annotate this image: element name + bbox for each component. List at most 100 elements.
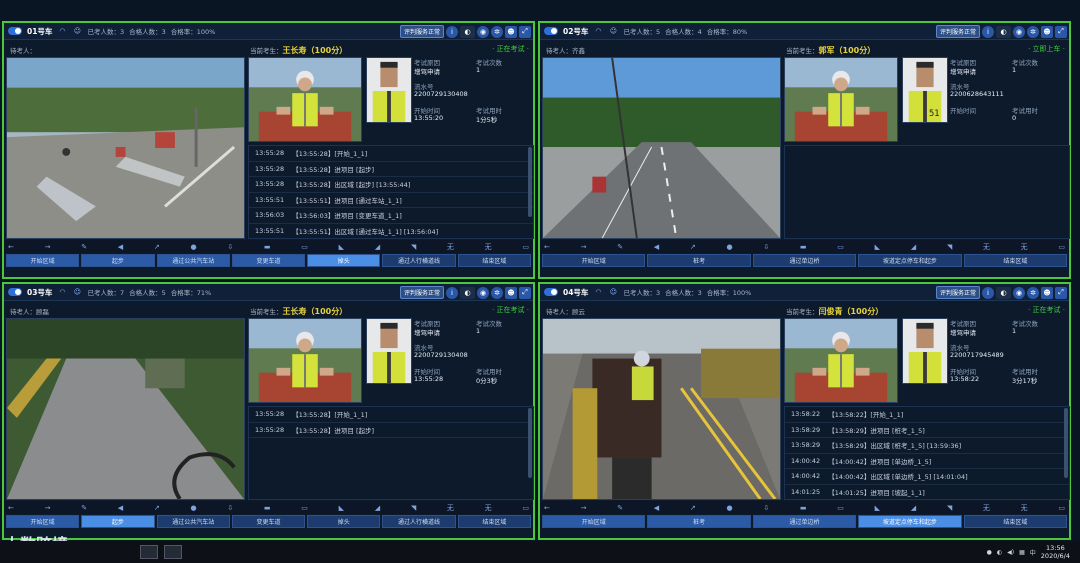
toolbar-icon[interactable]: ⇩ xyxy=(227,504,233,512)
settings-icon[interactable]: ✲ xyxy=(1027,286,1039,299)
toolbar-icon[interactable]: ▬ xyxy=(800,504,807,512)
road-camera-view[interactable] xyxy=(6,57,245,239)
toolbar-icon[interactable]: ↗ xyxy=(690,243,696,251)
toolbar-icon[interactable]: ◥ xyxy=(411,243,416,251)
road-camera-view[interactable] xyxy=(542,57,781,239)
cabin-camera-view[interactable] xyxy=(784,57,898,142)
toolbar-icon[interactable]: ▭ xyxy=(1058,243,1065,251)
settings-icon[interactable]: ✲ xyxy=(1027,25,1039,38)
exam-step[interactable]: 开始区域 xyxy=(542,254,646,267)
toolbar-icon[interactable]: ◣ xyxy=(339,504,344,512)
road-camera-view[interactable] xyxy=(6,318,245,500)
exam-step[interactable]: 开始区域 xyxy=(542,515,646,528)
toolbar-icon[interactable]: ↗ xyxy=(690,504,696,512)
toolbar-icon[interactable]: ← xyxy=(8,243,14,251)
toolbar-icon[interactable]: ← xyxy=(544,504,550,512)
taskbar-app-icon[interactable] xyxy=(140,545,158,559)
toolbar-icon[interactable]: ▭ xyxy=(837,243,844,251)
tray-icon[interactable]: ◐ xyxy=(997,549,1002,556)
panel-toggle[interactable] xyxy=(8,288,22,296)
toolbar-icon[interactable]: ● xyxy=(726,504,732,512)
toggle-switch[interactable]: ◐ xyxy=(460,25,475,38)
event-log[interactable]: 13:55:28 【13:55:28】[开始_1_1] 13:55:28 【13:55… xyxy=(248,145,534,239)
record-icon[interactable]: ◉ xyxy=(477,286,489,299)
exam-step[interactable]: 掉头 xyxy=(307,515,381,528)
toolbar-icon[interactable]: ● xyxy=(190,504,196,512)
user-manage-icon[interactable]: ☻ xyxy=(1041,25,1053,38)
toolbar-icon[interactable]: 无 xyxy=(447,242,454,252)
toolbar-icon[interactable]: ◢ xyxy=(375,243,380,251)
toolbar-icon[interactable]: ◢ xyxy=(375,504,380,512)
record-icon[interactable]: ◉ xyxy=(477,25,489,38)
toolbar-icon[interactable]: ◀ xyxy=(118,504,123,512)
log-scrollbar[interactable] xyxy=(1064,408,1068,478)
cabin-camera-view[interactable] xyxy=(248,318,362,403)
exam-step[interactable]: 起步 xyxy=(81,515,155,528)
toolbar-icon[interactable]: ◣ xyxy=(875,243,880,251)
toolbar-icon[interactable]: 无 xyxy=(485,242,492,252)
toolbar-icon[interactable]: ◣ xyxy=(339,243,344,251)
toolbar-icon[interactable]: 无 xyxy=(447,503,454,513)
exam-step[interactable]: 坡道定点停车和起步 xyxy=(858,254,962,267)
exam-step[interactable]: 桩考 xyxy=(647,515,751,528)
user-manage-icon[interactable]: ☻ xyxy=(505,286,517,299)
toolbar-icon[interactable]: 无 xyxy=(1021,503,1028,513)
fullscreen-icon[interactable]: ⤢ xyxy=(519,25,531,38)
log-scrollbar[interactable] xyxy=(528,147,532,217)
taskbar-app-icon[interactable] xyxy=(164,545,182,559)
toolbar-icon[interactable]: ↗ xyxy=(154,504,160,512)
judge-service-status[interactable]: 评判服务正常 xyxy=(935,25,980,38)
panel-toggle[interactable] xyxy=(544,288,558,296)
toolbar-icon[interactable]: ▬ xyxy=(264,504,271,512)
exam-step[interactable]: 结束区域 xyxy=(963,254,1068,267)
cabin-camera-view[interactable] xyxy=(248,57,362,142)
record-icon[interactable]: ◉ xyxy=(1013,286,1025,299)
toolbar-icon[interactable]: ⇩ xyxy=(763,504,769,512)
network-icon[interactable]: ▦ xyxy=(1019,549,1025,556)
event-log[interactable] xyxy=(784,145,1070,239)
clock[interactable]: 13:56 2020/6/4 xyxy=(1041,544,1070,560)
ime-indicator[interactable]: 中 xyxy=(1030,548,1036,557)
volume-icon[interactable]: ◀) xyxy=(1007,549,1014,556)
toolbar-icon[interactable]: ✎ xyxy=(617,504,623,512)
exam-step[interactable]: 通过单边桥 xyxy=(752,515,857,528)
settings-icon[interactable]: ✲ xyxy=(491,286,503,299)
toolbar-icon[interactable]: ⇩ xyxy=(227,243,233,251)
fullscreen-icon[interactable]: ⤢ xyxy=(1055,286,1067,299)
toolbar-icon[interactable]: ▭ xyxy=(1058,504,1065,512)
toggle-switch[interactable]: ◐ xyxy=(460,286,475,299)
toolbar-icon[interactable]: ◢ xyxy=(911,243,916,251)
cabin-camera-view[interactable] xyxy=(784,318,898,403)
toolbar-icon[interactable]: ◥ xyxy=(947,504,952,512)
toolbar-icon[interactable]: ✎ xyxy=(617,243,623,251)
toolbar-icon[interactable]: 无 xyxy=(485,503,492,513)
toolbar-icon[interactable]: 无 xyxy=(983,242,990,252)
settings-icon[interactable]: ✲ xyxy=(491,25,503,38)
toolbar-icon[interactable]: ● xyxy=(190,243,196,251)
toolbar-icon[interactable]: ◀ xyxy=(654,243,659,251)
toolbar-icon[interactable]: ◥ xyxy=(411,504,416,512)
toolbar-icon[interactable]: ↗ xyxy=(154,243,160,251)
exam-step[interactable]: 起步 xyxy=(81,254,155,267)
toolbar-icon[interactable]: ▬ xyxy=(264,243,271,251)
toolbar-icon[interactable]: ⇩ xyxy=(763,243,769,251)
toolbar-icon[interactable]: 无 xyxy=(983,503,990,513)
toolbar-icon[interactable]: ▭ xyxy=(301,504,308,512)
info-icon[interactable]: i xyxy=(982,25,994,38)
toolbar-icon[interactable]: ◀ xyxy=(118,243,123,251)
user-manage-icon[interactable]: ☻ xyxy=(1041,286,1053,299)
event-log[interactable]: 13:55:28 【13:55:28】[开始_1_1] 13:55:28 【13:55… xyxy=(248,406,534,500)
exam-step[interactable]: 通过人行横道线 xyxy=(382,515,456,528)
judge-service-status[interactable]: 评判服务正常 xyxy=(935,286,980,299)
panel-toggle[interactable] xyxy=(8,27,22,35)
toolbar-icon[interactable]: ← xyxy=(544,243,550,251)
toolbar-icon[interactable]: ▭ xyxy=(522,504,529,512)
exam-step[interactable]: 开始区域 xyxy=(6,254,80,267)
toolbar-icon[interactable]: ◣ xyxy=(875,504,880,512)
exam-step[interactable]: 通过公共汽车站 xyxy=(156,515,230,528)
toolbar-icon[interactable]: ◀ xyxy=(654,504,659,512)
exam-step[interactable]: 掉头 xyxy=(307,254,381,267)
fullscreen-icon[interactable]: ⤢ xyxy=(1055,25,1067,38)
exam-step[interactable]: 结束区域 xyxy=(457,254,531,267)
panel-toggle[interactable] xyxy=(544,27,558,35)
